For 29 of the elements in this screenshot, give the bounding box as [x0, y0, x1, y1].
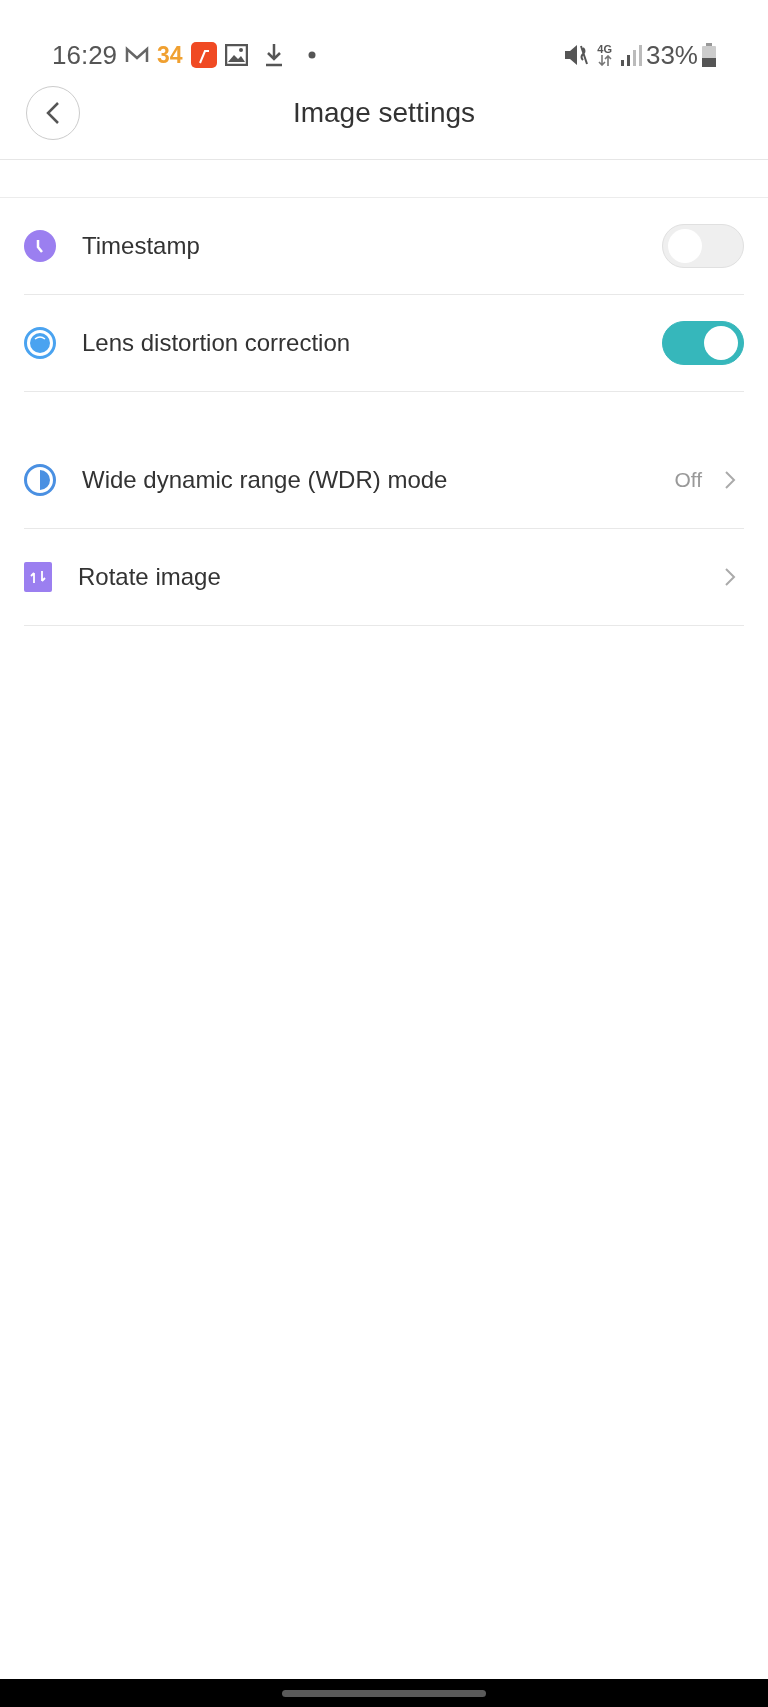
dot-icon [307, 51, 316, 59]
download-icon [263, 43, 284, 67]
chevron-icon[interactable] [724, 470, 736, 490]
clock-icon [24, 230, 56, 262]
setting-label: Rotate image [78, 562, 222, 592]
mute-icon [563, 43, 590, 67]
chevron-icon[interactable] [724, 567, 736, 587]
rotate-icon [24, 562, 52, 592]
status-time: 16:29 [52, 38, 118, 72]
home-handle[interactable] [282, 1689, 486, 1697]
notification-count: 34 [157, 40, 183, 70]
data-arrows-icon [597, 55, 612, 66]
app-icon [190, 42, 217, 68]
setting-label: Wide dynamic range (WDR) mode [82, 465, 449, 495]
setting-label: Lens distortion correction [82, 328, 352, 358]
setting-label: Timestamp [82, 231, 201, 261]
setting-value: Off [674, 467, 702, 494]
back-icon [45, 101, 61, 125]
page-title: Image settings [292, 97, 476, 128]
battery-icon [702, 43, 716, 67]
mail-icon [125, 46, 150, 64]
lens-icon [24, 327, 56, 359]
signal-icon [619, 44, 642, 66]
image-icon [224, 44, 248, 66]
contrast-icon [24, 464, 56, 496]
back-button[interactable] [26, 86, 80, 140]
network-type: 4G [597, 44, 612, 55]
battery-percent: 33% [645, 38, 698, 72]
toggle-switch[interactable] [662, 321, 744, 365]
